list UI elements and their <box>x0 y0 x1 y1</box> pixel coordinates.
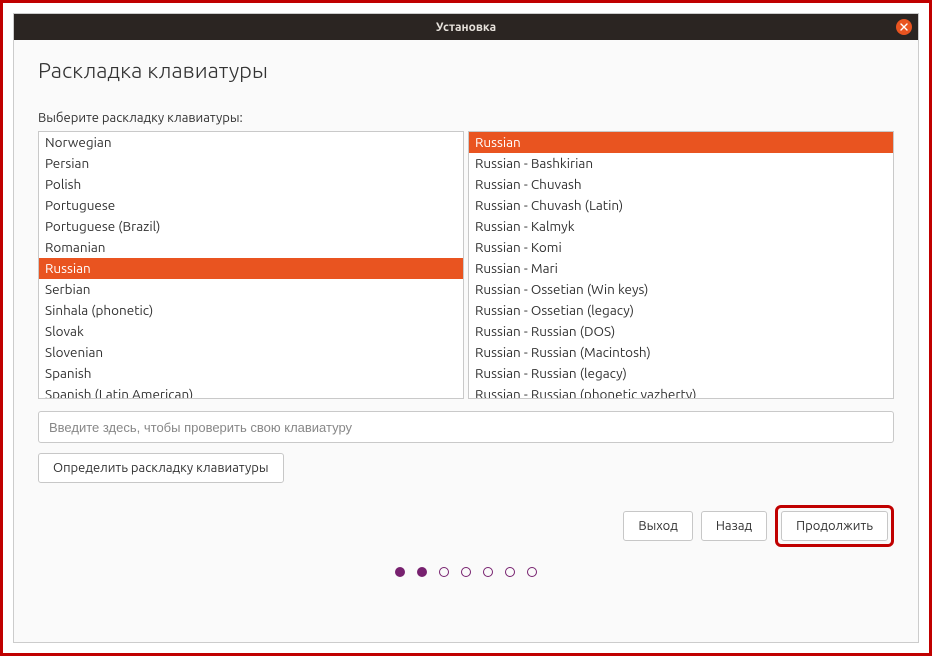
list-item[interactable]: Russian <box>39 258 463 279</box>
list-item[interactable]: Russian - Chuvash (Latin) <box>469 195 893 216</box>
list-item[interactable]: Russian <box>469 132 893 153</box>
keyboard-test-input[interactable] <box>38 411 894 443</box>
list-item[interactable]: Russian - Ossetian (Win keys) <box>469 279 893 300</box>
navigation-row: Выход Назад Продолжить <box>38 505 894 547</box>
list-item[interactable]: Portuguese (Brazil) <box>39 216 463 237</box>
progress-dot <box>461 567 471 577</box>
list-item[interactable]: Portuguese <box>39 195 463 216</box>
close-icon <box>900 21 908 34</box>
continue-button[interactable]: Продолжить <box>781 511 888 541</box>
list-item[interactable]: Russian - Russian (DOS) <box>469 321 893 342</box>
progress-dot <box>395 567 405 577</box>
quit-button[interactable]: Выход <box>623 511 693 541</box>
progress-dot <box>505 567 515 577</box>
list-item[interactable]: Russian - Russian (legacy) <box>469 363 893 384</box>
list-item[interactable]: Spanish (Latin American) <box>39 384 463 399</box>
list-item[interactable]: Romanian <box>39 237 463 258</box>
annotation-continue-highlight: Продолжить <box>775 505 894 547</box>
progress-dot <box>417 567 427 577</box>
list-item[interactable]: Serbian <box>39 279 463 300</box>
layout-variant-list[interactable]: RussianRussian - BashkirianRussian - Chu… <box>468 131 894 399</box>
list-item[interactable]: Russian - Kalmyk <box>469 216 893 237</box>
detect-layout-button[interactable]: Определить раскладку клавиатуры <box>38 453 284 483</box>
list-item[interactable]: Russian - Komi <box>469 237 893 258</box>
list-item[interactable]: Sinhala (phonetic) <box>39 300 463 321</box>
list-item[interactable]: Polish <box>39 174 463 195</box>
progress-dot <box>527 567 537 577</box>
instruction-label: Выберите раскладку клавиатуры: <box>38 111 894 125</box>
list-item[interactable]: Persian <box>39 153 463 174</box>
progress-dot <box>483 567 493 577</box>
list-item[interactable]: Russian - Mari <box>469 258 893 279</box>
annotation-outer-border: Установка Раскладка клавиатуры Выберите … <box>0 0 932 656</box>
list-item[interactable]: Russian - Russian (Macintosh) <box>469 342 893 363</box>
list-item[interactable]: Slovenian <box>39 342 463 363</box>
progress-dots <box>38 567 894 583</box>
list-item[interactable]: Norwegian <box>39 132 463 153</box>
list-item[interactable]: Spanish <box>39 363 463 384</box>
list-item[interactable]: Russian - Russian (phonetic yazherty) <box>469 384 893 399</box>
layout-language-list[interactable]: NorwegianPersianPolishPortuguesePortugue… <box>38 131 464 399</box>
list-item[interactable]: Russian - Ossetian (legacy) <box>469 300 893 321</box>
list-item[interactable]: Russian - Chuvash <box>469 174 893 195</box>
progress-dot <box>439 567 449 577</box>
page-title: Раскладка клавиатуры <box>38 58 894 83</box>
content-area: Раскладка клавиатуры Выберите раскладку … <box>14 40 918 642</box>
list-item[interactable]: Slovak <box>39 321 463 342</box>
list-item[interactable]: Russian - Bashkirian <box>469 153 893 174</box>
back-button[interactable]: Назад <box>701 511 767 541</box>
window-title: Установка <box>436 21 496 34</box>
installer-window: Установка Раскладка клавиатуры Выберите … <box>13 13 919 643</box>
keyboard-layout-lists: NorwegianPersianPolishPortuguesePortugue… <box>38 131 894 399</box>
detect-row: Определить раскладку клавиатуры <box>38 453 894 483</box>
close-button[interactable] <box>896 19 912 35</box>
titlebar: Установка <box>14 14 918 40</box>
